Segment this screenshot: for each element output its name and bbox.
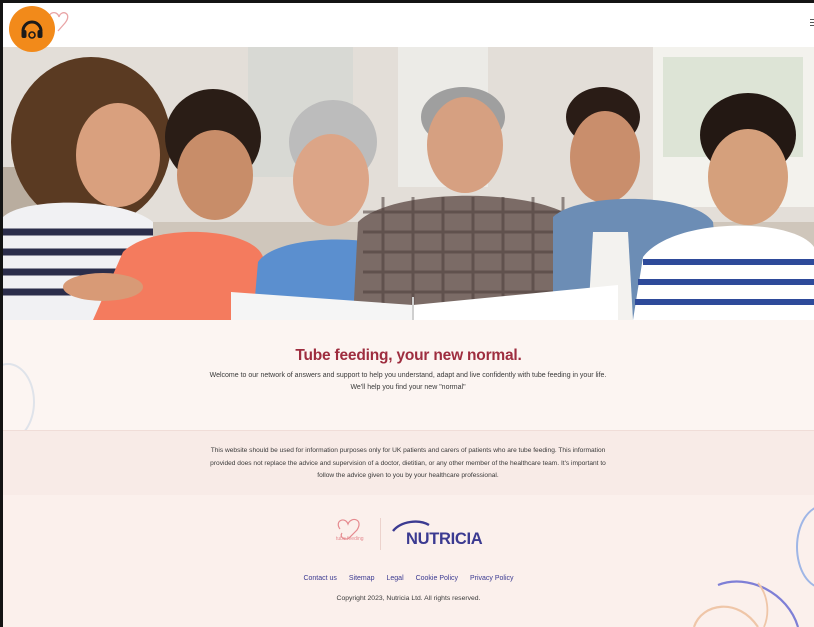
tube-feeding-logo[interactable]: tube feeding	[333, 515, 373, 551]
headphones-icon[interactable]	[9, 6, 55, 52]
site-header	[3, 3, 814, 52]
footer-link-sitemap[interactable]: Sitemap	[349, 575, 375, 582]
page: Tube feeding, your new normal. Welcome t…	[3, 3, 814, 627]
hamburger-icon[interactable]	[810, 19, 814, 29]
footer-link-privacy-policy[interactable]: Privacy Policy	[470, 575, 514, 582]
tube-feeding-logo-text: tube feeding	[336, 536, 364, 542]
site-footer: tube feeding NUTRICIA Contact us Sitemap…	[3, 495, 814, 627]
intro-title: Tube feeding, your new normal.	[295, 347, 522, 364]
footer-link-legal[interactable]: Legal	[387, 575, 404, 582]
intro-text: Welcome to our network of answers and su…	[209, 372, 607, 391]
footer-logos: tube feeding NUTRICIA	[333, 515, 493, 555]
nutricia-logo[interactable]: NUTRICIA	[406, 530, 483, 549]
decorative-swirl	[692, 580, 800, 627]
disclaimer-text: This website should be used for informat…	[210, 447, 606, 479]
intro-section: Tube feeding, your new normal. Welcome t…	[3, 320, 814, 430]
hero-family-photo	[3, 47, 814, 320]
footer-link-cookie-policy[interactable]: Cookie Policy	[416, 575, 458, 582]
footer-link-contact-us[interactable]: Contact us	[303, 575, 336, 582]
disclaimer-section: This website should be used for informat…	[3, 430, 814, 496]
logo-divider	[380, 518, 381, 550]
